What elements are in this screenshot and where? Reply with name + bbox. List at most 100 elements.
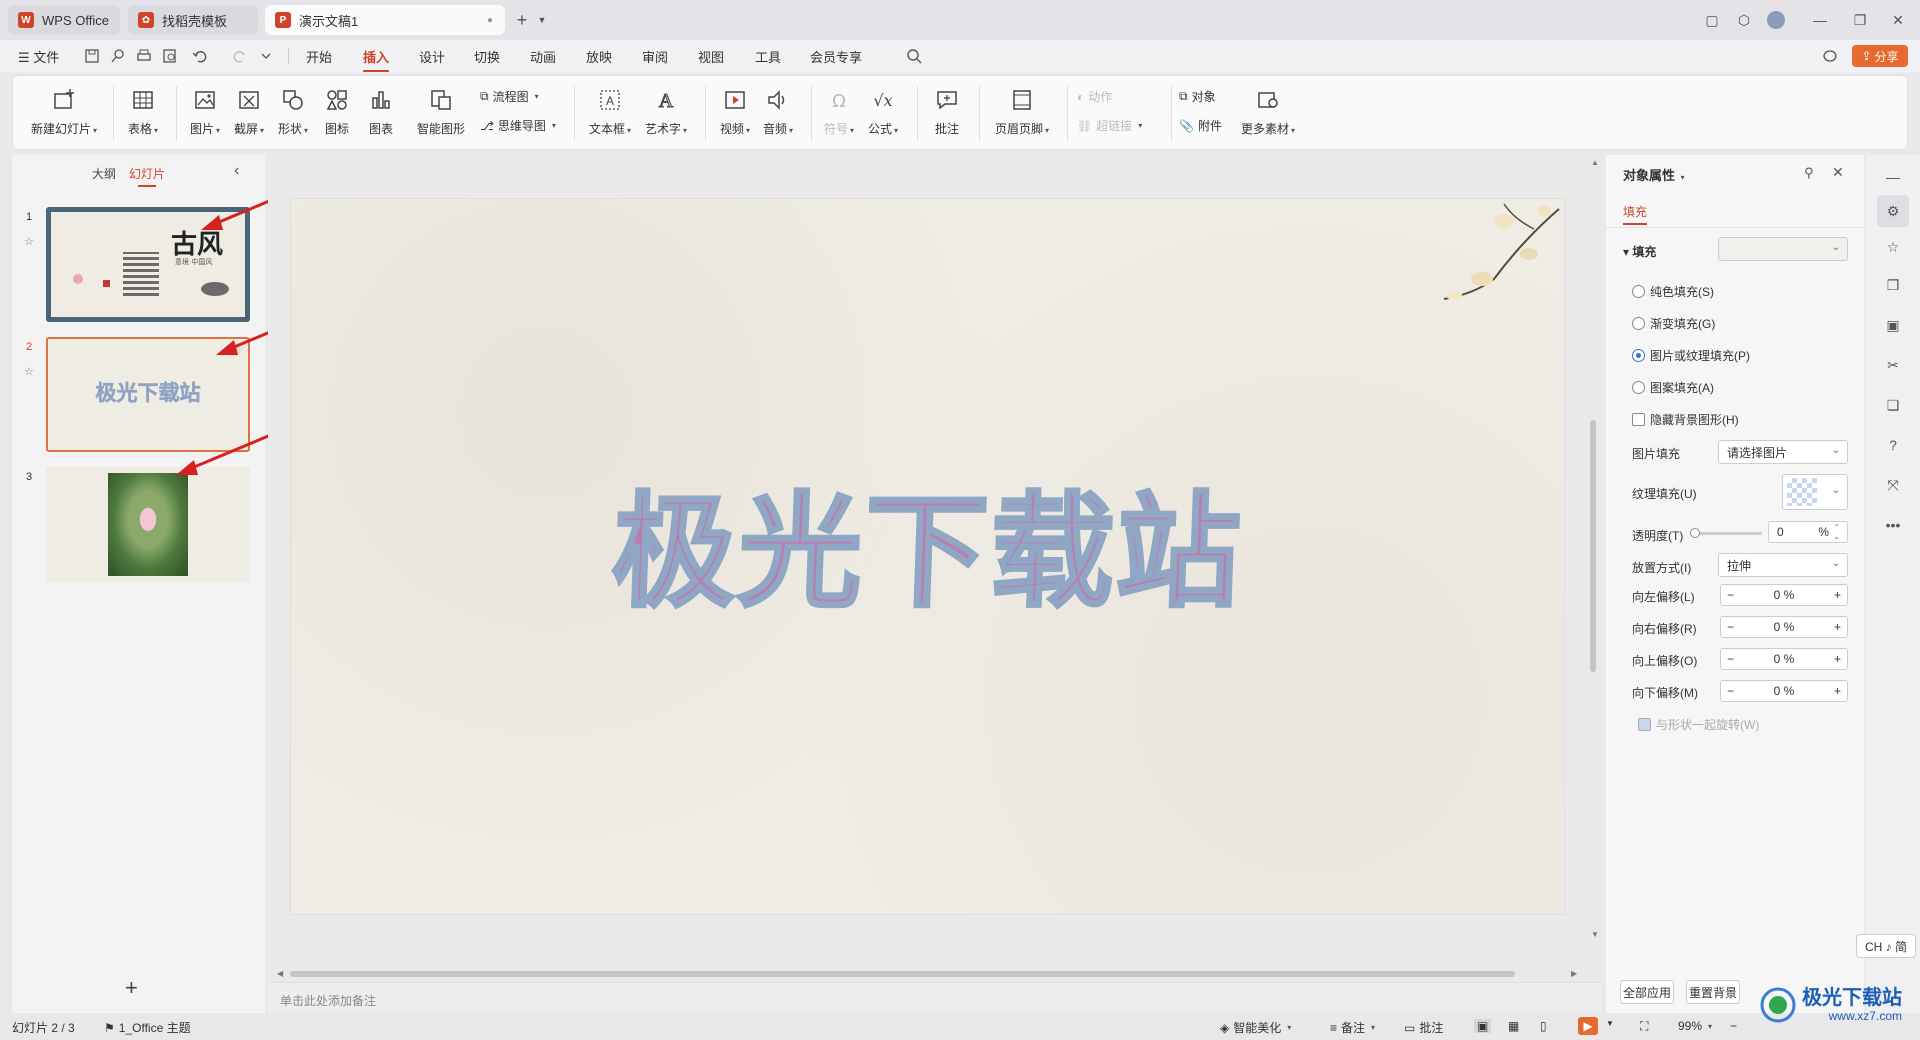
more-icon[interactable]: ••• <box>1883 515 1903 535</box>
current-slide[interactable]: 极光下载站 <box>290 198 1565 915</box>
fill-option-solid[interactable]: 纯色填充(S) <box>1632 283 1714 300</box>
panel-title[interactable]: 对象属性 ▾ <box>1623 165 1685 184</box>
offset-right-stepper[interactable]: −0 % + <box>1720 616 1848 638</box>
action-button[interactable]: ◐ 动作 <box>1077 88 1112 105</box>
undo-icon[interactable] <box>192 48 208 64</box>
rotate-with-shape-checkbox[interactable]: 与形状一起旋转(W) <box>1638 716 1759 733</box>
save-icon[interactable] <box>84 48 100 64</box>
fill-option-gradient[interactable]: 渐变填充(G) <box>1632 315 1715 332</box>
restore-icon[interactable]: ❐ <box>1850 10 1870 30</box>
reading-view-icon[interactable]: ▯ <box>1540 1019 1547 1033</box>
menu-animation[interactable]: 动画 <box>530 47 556 66</box>
menu-transition[interactable]: 切换 <box>474 47 500 66</box>
radio-selected[interactable] <box>1632 349 1645 362</box>
star-icon[interactable]: ☆ <box>24 365 34 378</box>
menu-review[interactable]: 审阅 <box>642 47 668 66</box>
table-button[interactable]: 表格 ▾ <box>123 76 163 137</box>
ime-indicator[interactable]: CH ♪ 简 <box>1856 934 1916 958</box>
smart-beautify-button[interactable]: ◈ 智能美化 ▾ <box>1220 1019 1291 1036</box>
fill-option-picture[interactable]: 图片或纹理填充(P) <box>1632 347 1750 364</box>
offset-left-stepper[interactable]: −0 % + <box>1720 584 1848 606</box>
scroll-down-icon[interactable]: ▼ <box>1591 930 1599 939</box>
notes-button[interactable]: ≡ 备注 ▾ <box>1330 1019 1375 1036</box>
video-button[interactable]: 视频 ▾ <box>715 76 755 137</box>
header-footer-button[interactable]: 页眉页脚 ▾ <box>989 76 1055 137</box>
chevron-down-icon[interactable]: ▼ <box>1606 1019 1614 1028</box>
share-button[interactable]: ⇪ 分享 <box>1852 45 1908 67</box>
reset-background-button[interactable]: 重置背景 <box>1686 980 1740 1004</box>
hide-bg-graphics-checkbox[interactable]: 隐藏背景图形(H) <box>1632 411 1739 428</box>
slider-handle[interactable] <box>1690 528 1700 538</box>
chevron-down-icon[interactable] <box>258 48 274 64</box>
menu-home[interactable]: 开始 <box>306 47 332 66</box>
star-icon[interactable]: ☆ <box>1883 237 1903 257</box>
plus-icon[interactable]: + <box>1834 588 1841 602</box>
spin-icon[interactable]: ⌃ ⌄ <box>1833 523 1840 541</box>
audio-button[interactable]: 音频 ▾ <box>758 76 798 137</box>
grid-view-icon[interactable]: ▦ <box>1508 1019 1519 1033</box>
cube-icon[interactable]: ⬡ <box>1734 10 1754 30</box>
shape-button[interactable]: 形状 ▾ <box>273 76 313 137</box>
redo-icon[interactable] <box>232 48 248 64</box>
attachment-button[interactable]: 📎 附件 <box>1179 117 1222 134</box>
slide-title-wordart[interactable]: 极光下载站 <box>288 451 1567 631</box>
tab-fill[interactable]: 填充 <box>1623 203 1648 225</box>
avatar[interactable] <box>1766 10 1786 30</box>
normal-view-icon[interactable]: ▣ <box>1474 1019 1492 1033</box>
print-icon[interactable] <box>136 48 152 64</box>
plus-icon[interactable]: + <box>1834 620 1841 634</box>
tools-icon[interactable]: ✂ <box>1883 355 1903 375</box>
vertical-scrollbar[interactable] <box>1590 420 1596 672</box>
tab-presentation[interactable]: P 演示文稿1 ● <box>265 5 505 35</box>
symbol-button[interactable]: Ω 符号 ▾ <box>819 76 859 137</box>
scroll-right-icon[interactable]: ▶ <box>1571 969 1577 978</box>
tab-outline[interactable]: 大纲 <box>92 165 116 182</box>
star-icon[interactable]: ☆ <box>24 235 34 248</box>
tab-wps-office[interactable]: W WPS Office <box>8 5 120 35</box>
theme-indicator[interactable]: ⚑ 1_Office 主题 <box>104 1019 191 1036</box>
minimize-icon[interactable]: — <box>1810 10 1830 30</box>
properties-icon[interactable]: ⚙ <box>1877 195 1909 227</box>
checkbox-checked[interactable] <box>1638 718 1651 731</box>
slide-thumbnail-3[interactable] <box>46 467 250 582</box>
close-panel-icon[interactable]: ✕ <box>1832 164 1844 181</box>
object-button[interactable]: ⧉ 对象 <box>1179 88 1216 105</box>
menu-slideshow[interactable]: 放映 <box>586 47 612 66</box>
radio[interactable] <box>1632 381 1645 394</box>
picture-fill-dropdown[interactable]: 请选择图片 ⌄ <box>1718 440 1848 464</box>
menu-insert[interactable]: 插入 <box>363 47 390 72</box>
help-icon[interactable]: ? <box>1883 435 1903 455</box>
menu-member[interactable]: 会员专享 <box>810 47 862 66</box>
find-icon[interactable] <box>110 48 126 64</box>
fill-color-dropdown[interactable]: ⌄ <box>1718 237 1848 261</box>
comments-button[interactable]: ▭ 批注 <box>1404 1019 1443 1036</box>
zoom-level[interactable]: 99% ▾ <box>1678 1019 1712 1033</box>
transparency-slider[interactable] <box>1690 528 1762 538</box>
art-text-button[interactable]: A 艺术字 ▾ <box>641 76 691 137</box>
zoom-out-icon[interactable]: − <box>1730 1019 1737 1033</box>
mindmap-button[interactable]: ⎇ 思维导图 ▾ <box>480 117 556 134</box>
tab-slides[interactable]: 幻灯片 <box>129 165 165 187</box>
layers-icon[interactable]: ❐ <box>1883 275 1903 295</box>
apply-all-button[interactable]: 全部应用 <box>1620 980 1674 1004</box>
horizontal-scrollbar[interactable] <box>290 971 1515 977</box>
minimize-panel-icon[interactable]: — <box>1883 167 1903 187</box>
menu-view[interactable]: 视图 <box>698 47 724 66</box>
screenshot-button[interactable]: 截屏 ▾ <box>229 76 269 137</box>
radio[interactable] <box>1632 317 1645 330</box>
comment-bubble-icon[interactable] <box>1822 48 1838 64</box>
checkbox[interactable] <box>1632 413 1645 426</box>
smart-graphic-button[interactable]: 智能图形 <box>413 76 469 137</box>
new-slide-button[interactable]: 新建幻灯片 ▾ <box>29 76 99 137</box>
add-slide-button[interactable]: + <box>125 975 138 1001</box>
search-icon[interactable] <box>906 48 922 64</box>
tab-template[interactable]: ✿ 找稻壳模板 <box>128 5 258 35</box>
hyperlink-button[interactable]: ⛓ 超链接 ▾ <box>1077 117 1142 134</box>
comment-button[interactable]: 批注 <box>927 76 967 137</box>
transform-icon[interactable]: ⤧ <box>1883 475 1903 495</box>
formula-button[interactable]: √x 公式 ▾ <box>863 76 903 137</box>
more-material-button[interactable]: 更多素材 ▾ <box>1235 76 1301 137</box>
notes-area[interactable]: 单击此处添加备注 <box>268 982 1601 1013</box>
offset-down-stepper[interactable]: −0 % + <box>1720 680 1848 702</box>
fill-section-header[interactable]: ▾ 填充 <box>1623 243 1656 260</box>
